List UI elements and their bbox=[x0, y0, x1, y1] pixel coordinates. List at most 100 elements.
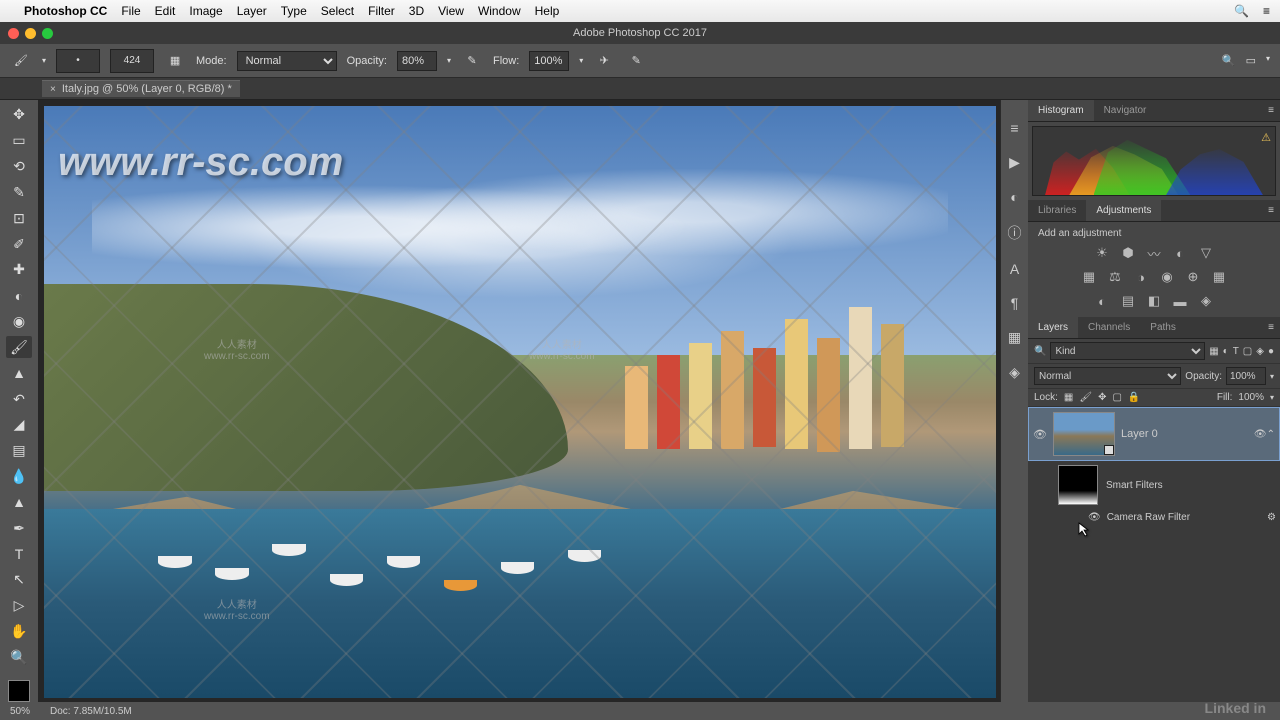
tool-preset-dropdown-icon[interactable]: ▾ bbox=[42, 56, 46, 65]
color-balance-icon[interactable]: ⚖ bbox=[1107, 269, 1123, 285]
filter-mask-thumbnail[interactable] bbox=[1058, 465, 1098, 505]
lock-all-icon[interactable]: 🔒 bbox=[1128, 392, 1140, 403]
fill-value[interactable]: 100% bbox=[1238, 392, 1264, 403]
info-panel-icon[interactable]: ⓘ bbox=[1008, 223, 1022, 243]
brush-size-value[interactable]: 424 bbox=[110, 49, 154, 73]
properties-panel-icon[interactable]: ◐ bbox=[1010, 189, 1018, 205]
tab-paths[interactable]: Paths bbox=[1140, 317, 1186, 338]
filter-type-icon[interactable]: T bbox=[1233, 346, 1239, 357]
lock-artboard-icon[interactable]: ▢ bbox=[1112, 392, 1121, 403]
history-panel-icon[interactable]: ≡ bbox=[1010, 120, 1018, 136]
zoom-tool[interactable]: 🔍 bbox=[6, 646, 32, 668]
swatches-panel-icon[interactable]: ▦ bbox=[1008, 329, 1021, 346]
menu-type[interactable]: Type bbox=[281, 4, 307, 18]
layer-filter-select[interactable]: Kind bbox=[1050, 342, 1205, 360]
pen-tool[interactable]: ✒ bbox=[6, 517, 32, 539]
threshold-icon[interactable]: ◧ bbox=[1146, 293, 1162, 309]
gradient-tool[interactable]: ▤ bbox=[6, 440, 32, 462]
eraser-tool[interactable]: ◢ bbox=[6, 414, 32, 436]
color-lookup-icon[interactable]: ▦ bbox=[1211, 269, 1227, 285]
posterize-icon[interactable]: ▤ bbox=[1120, 293, 1136, 309]
styles-panel-icon[interactable]: ◈ bbox=[1009, 364, 1020, 381]
maximize-window-button[interactable] bbox=[42, 28, 53, 39]
airbrush-icon[interactable]: ✈ bbox=[593, 50, 615, 72]
layer-thumbnail[interactable] bbox=[1053, 412, 1115, 456]
actions-panel-icon[interactable]: ▶ bbox=[1009, 154, 1020, 171]
hue-icon[interactable]: ▦ bbox=[1081, 269, 1097, 285]
tab-histogram[interactable]: Histogram bbox=[1028, 100, 1094, 121]
menu-layer[interactable]: Layer bbox=[237, 4, 267, 18]
workspace-dropdown-icon[interactable]: ▾ bbox=[1266, 54, 1270, 67]
character-panel-icon[interactable]: A bbox=[1010, 261, 1019, 277]
filter-blending-icon[interactable]: ⚙ bbox=[1267, 512, 1276, 523]
filter-pixel-icon[interactable]: ▦ bbox=[1209, 346, 1218, 357]
zoom-level[interactable]: 50% bbox=[10, 706, 30, 717]
lock-image-icon[interactable]: 🖌 bbox=[1079, 392, 1092, 403]
brush-panel-icon[interactable]: ▦ bbox=[164, 50, 186, 72]
menu-view[interactable]: View bbox=[438, 4, 464, 18]
close-tab-icon[interactable]: × bbox=[50, 84, 56, 95]
layer-name[interactable]: Layer 0 bbox=[1121, 428, 1248, 440]
quick-select-tool[interactable]: ✎ bbox=[6, 181, 32, 203]
layer-blend-mode-select[interactable]: Normal bbox=[1034, 367, 1181, 385]
document-tab[interactable]: × Italy.jpg @ 50% (Layer 0, RGB/8) * bbox=[42, 80, 240, 97]
bw-icon[interactable]: ◑ bbox=[1133, 269, 1149, 285]
levels-icon[interactable]: ⬢ bbox=[1120, 245, 1136, 261]
exposure-icon[interactable]: ◐ bbox=[1172, 245, 1188, 261]
visibility-toggle-icon[interactable]: 👁 bbox=[1033, 428, 1047, 441]
paragraph-panel-icon[interactable]: ¶ bbox=[1011, 295, 1019, 311]
eyedropper-tool[interactable]: ✐ bbox=[6, 233, 32, 255]
brush-preview[interactable]: • bbox=[56, 49, 100, 73]
menu-filter[interactable]: Filter bbox=[368, 4, 395, 18]
dodge-tool[interactable]: ▲ bbox=[6, 491, 32, 513]
curves-icon[interactable]: 〰 bbox=[1146, 245, 1162, 261]
filter-adjustment-icon[interactable]: ◐ bbox=[1223, 346, 1229, 357]
tab-navigator[interactable]: Navigator bbox=[1094, 100, 1157, 121]
workspace-icon[interactable]: ▭ bbox=[1246, 54, 1256, 67]
spotlight-icon[interactable]: 🔍 bbox=[1234, 4, 1249, 18]
hand-tool[interactable]: ✋ bbox=[6, 621, 32, 643]
panel-menu-icon[interactable]: ≡ bbox=[1262, 205, 1280, 216]
menu-select[interactable]: Select bbox=[321, 4, 354, 18]
gradient-map-icon[interactable]: ▬ bbox=[1172, 293, 1188, 309]
photo-filter-icon[interactable]: ◉ bbox=[1159, 269, 1175, 285]
patch-tool[interactable]: ◐ bbox=[6, 285, 32, 307]
close-window-button[interactable] bbox=[8, 28, 19, 39]
document-info[interactable]: Doc: 7.85M/10.5M bbox=[50, 706, 132, 717]
brightness-icon[interactable]: ☀ bbox=[1094, 245, 1110, 261]
lasso-tool[interactable]: ⟲ bbox=[6, 156, 32, 178]
vibrance-icon[interactable]: ▽ bbox=[1198, 245, 1214, 261]
channel-mixer-icon[interactable]: ⊕ bbox=[1185, 269, 1201, 285]
opacity-value[interactable]: 80% bbox=[397, 51, 437, 71]
filter-item-camera-raw[interactable]: 👁 Camera Raw Filter ⚙ bbox=[1028, 509, 1280, 526]
layer-opacity-value[interactable]: 100% bbox=[1226, 367, 1266, 385]
tab-libraries[interactable]: Libraries bbox=[1028, 200, 1086, 221]
layer-link-icon[interactable]: 👁⌃ bbox=[1254, 429, 1275, 440]
color-swatch[interactable] bbox=[8, 680, 30, 702]
smart-filters-row[interactable]: Smart Filters bbox=[1028, 461, 1280, 509]
tab-channels[interactable]: Channels bbox=[1078, 317, 1140, 338]
lock-transparency-icon[interactable]: ▦ bbox=[1064, 392, 1073, 403]
menu-help[interactable]: Help bbox=[535, 4, 560, 18]
menubar-list-icon[interactable]: ≡ bbox=[1263, 4, 1270, 18]
flow-dropdown-icon[interactable]: ▾ bbox=[579, 56, 583, 65]
app-name[interactable]: Photoshop CC bbox=[24, 4, 107, 18]
panel-menu-icon[interactable]: ≡ bbox=[1262, 322, 1280, 333]
layer-item-layer0[interactable]: 👁 Layer 0 👁⌃ bbox=[1028, 407, 1280, 461]
search-icon[interactable]: 🔍 bbox=[1222, 54, 1236, 67]
tab-layers[interactable]: Layers bbox=[1028, 317, 1078, 338]
menu-edit[interactable]: Edit bbox=[155, 4, 176, 18]
selective-color-icon[interactable]: ◈ bbox=[1198, 293, 1214, 309]
blend-mode-select[interactable]: Normal bbox=[237, 51, 337, 71]
filter-toggle[interactable]: ● bbox=[1268, 346, 1274, 357]
document-canvas[interactable]: 人人素材www.rr-sc.com 人人素材www.rr-sc.com 人人素材… bbox=[44, 106, 996, 698]
filter-shape-icon[interactable]: ▢ bbox=[1243, 346, 1252, 357]
path-tool[interactable]: ↖ bbox=[6, 569, 32, 591]
menu-file[interactable]: File bbox=[121, 4, 140, 18]
fill-dropdown-icon[interactable]: ▾ bbox=[1270, 393, 1274, 402]
menu-3d[interactable]: 3D bbox=[409, 4, 424, 18]
tab-adjustments[interactable]: Adjustments bbox=[1086, 200, 1161, 221]
blur-tool[interactable]: 💧 bbox=[6, 466, 32, 488]
history-brush-tool[interactable]: ↶ bbox=[6, 388, 32, 410]
pressure-opacity-icon[interactable]: ✎ bbox=[461, 50, 483, 72]
